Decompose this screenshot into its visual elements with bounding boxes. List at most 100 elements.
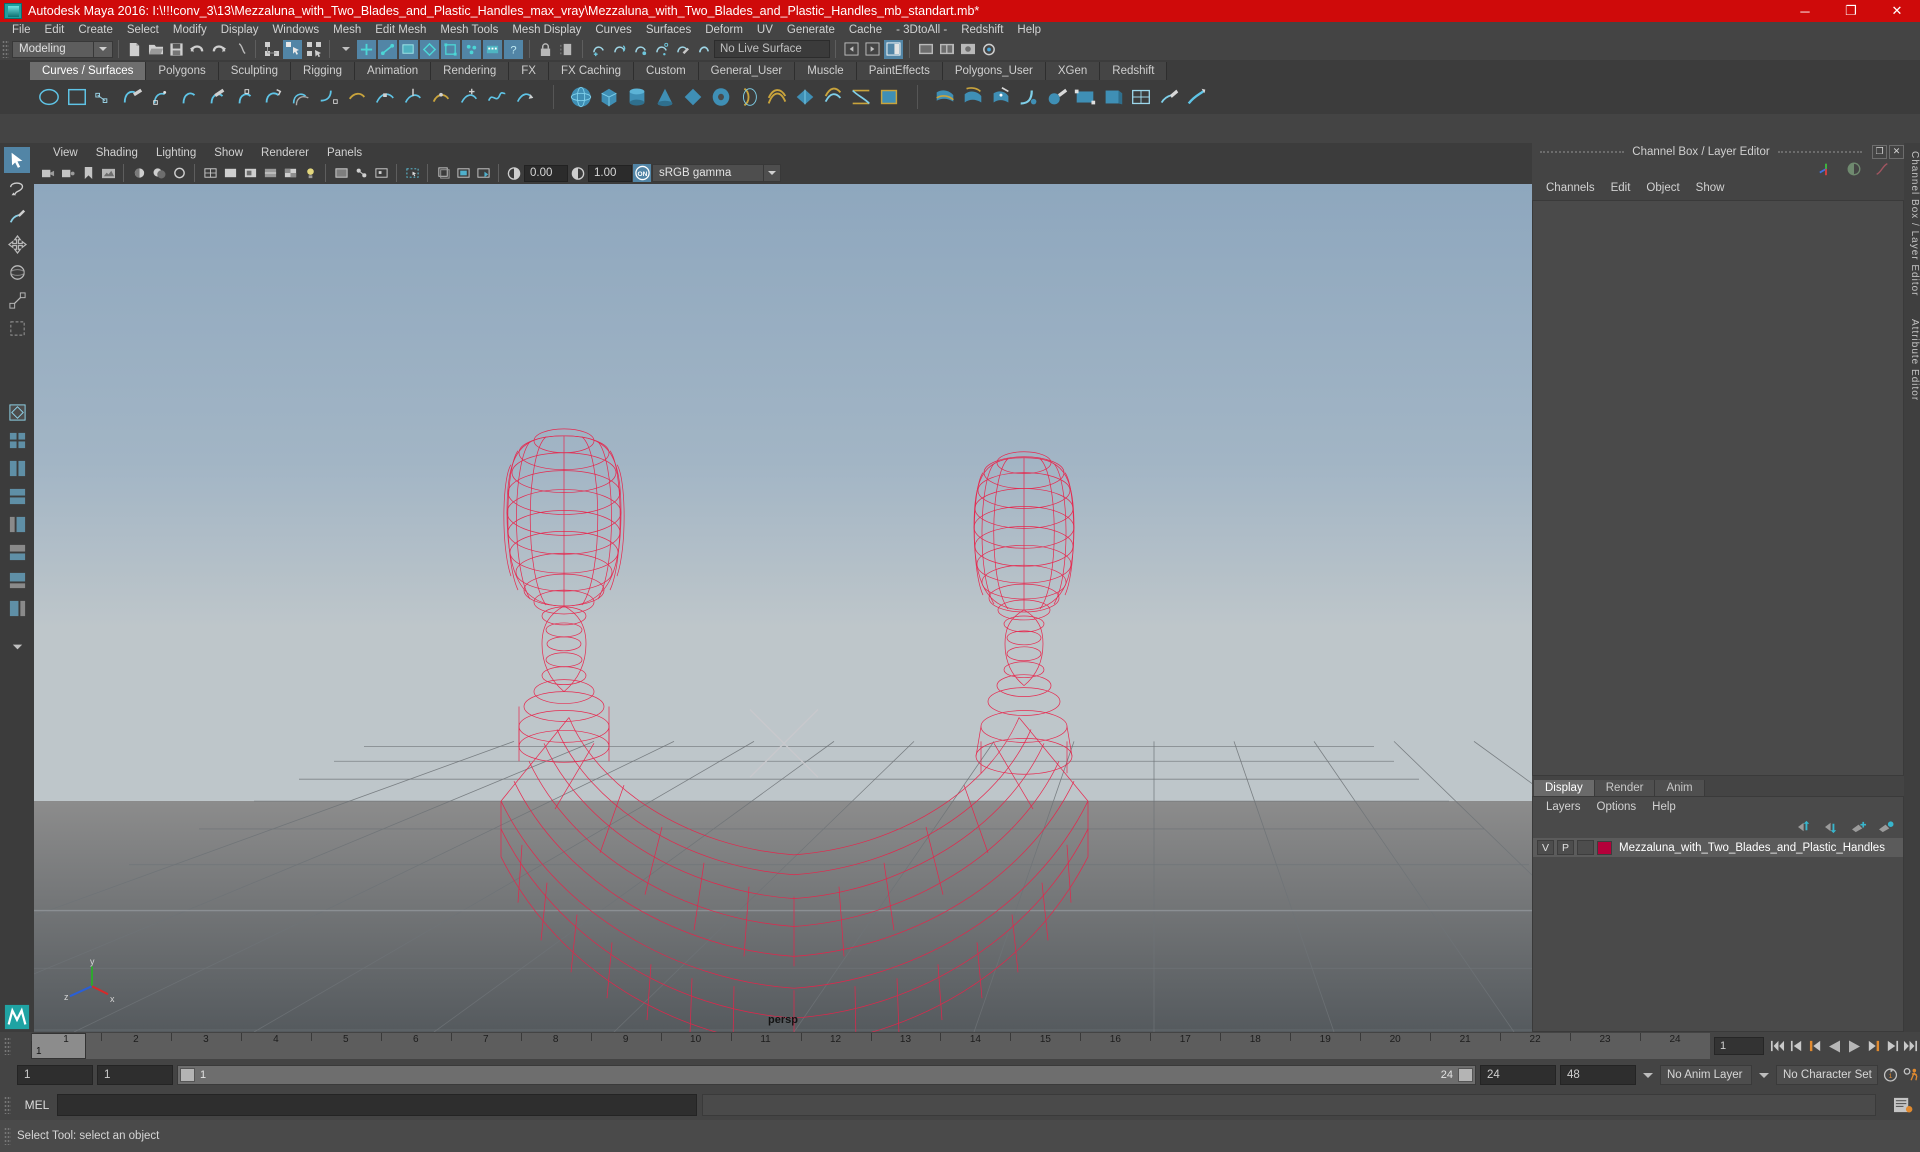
range-slider-right-handle[interactable] [1458,1068,1473,1082]
menu-item-mesh-tools[interactable]: Mesh Tools [433,22,505,38]
side-tab-channel-box[interactable]: Channel Box / Layer Editor [1904,143,1920,297]
time-slider[interactable]: 1 1 2 3 4 5 6 7 8 9 10 11 12 13 14 15 16 17 18 19 20 21 22 23 2… [31,1033,1710,1059]
persp-outliner-layout-icon[interactable] [4,595,30,621]
side-tab-attribute-editor[interactable]: Attribute Editor [1904,311,1920,401]
snap-to-point-icon[interactable] [631,40,650,59]
paint-attributes-icon[interactable] [1156,84,1182,110]
last-tool-icon[interactable] [4,315,30,341]
anim-end-time-field[interactable]: 48 [1560,1065,1636,1085]
detach-curves-icon[interactable] [232,84,258,110]
color-management-dropdown-icon[interactable] [764,164,781,182]
show-hide-channelbox-icon[interactable] [884,39,903,59]
trim-tool-icon[interactable] [988,84,1014,110]
show-hide-sidebar-left-icon[interactable] [842,40,861,59]
two-sided-lighting-icon[interactable] [130,164,148,182]
textured-icon[interactable] [281,164,299,182]
project-curve-on-surface-icon[interactable] [960,84,986,110]
surface-fillet-icon[interactable] [1016,84,1042,110]
panel-drag-dots-right[interactable] [1777,150,1863,153]
sculpt-geometry-icon[interactable] [1044,84,1070,110]
edge-component-icon[interactable] [378,39,397,59]
boundary-surface-icon[interactable] [876,84,902,110]
grid-toggle-icon[interactable] [434,164,452,182]
menu-item-windows[interactable]: Windows [265,22,326,38]
snap-to-curve-icon[interactable] [610,40,629,59]
layer-menu-layers[interactable]: Layers [1538,801,1589,813]
animation-component-icon[interactable] [483,39,502,59]
shaded-wireframe-icon[interactable] [261,164,279,182]
channelbox-menu-channels[interactable]: Channels [1538,182,1603,194]
shelf-tab-painteffects[interactable]: PaintEffects [856,62,943,80]
render-sequence-icon[interactable] [937,40,956,59]
offset-curve-icon[interactable] [288,84,314,110]
menu-item-edit[interactable]: Edit [38,22,72,38]
select-component-mode-icon[interactable] [304,40,323,59]
insert-knot-icon[interactable] [372,84,398,110]
shelf-tab-polygons-user[interactable]: Polygons_User [942,62,1046,80]
select-tool-icon[interactable] [4,147,30,173]
menu-item-surfaces[interactable]: Surfaces [639,22,698,38]
surface-editing-icon[interactable] [1072,84,1098,110]
layer-playback-toggle[interactable]: P [1557,840,1574,855]
menu-item-modify[interactable]: Modify [166,22,214,38]
lock-icon[interactable] [536,40,555,59]
shelf-tab-polygons[interactable]: Polygons [146,62,219,80]
auto-keyframe-icon[interactable]: 1 [1882,1065,1899,1085]
go-to-start-icon[interactable] [1768,1036,1787,1056]
nurbs-torus-icon[interactable] [708,84,734,110]
smooth-shade-all-icon[interactable] [221,164,239,182]
loft-icon[interactable] [764,84,790,110]
range-slider-left-handle[interactable] [180,1068,195,1082]
undo-icon[interactable] [188,40,207,59]
shelf-tab-rigging[interactable]: Rigging [291,62,356,80]
redo-icon[interactable] [209,40,228,59]
step-forward-frame-icon[interactable] [1863,1036,1882,1056]
move-tool-icon[interactable] [4,231,30,257]
outliner-persp-layout-icon[interactable] [4,511,30,537]
resolution-gate-icon[interactable] [474,164,492,182]
selection-mask-icon[interactable] [557,40,576,59]
show-hide-sidebar-right-icon[interactable] [863,40,882,59]
live-surface-field[interactable]: No Live Surface [714,40,830,58]
xray-active-components-icon[interactable] [372,164,390,182]
single-perspective-layout-icon[interactable] [4,399,30,425]
wireframe-shading-icon[interactable] [201,164,219,182]
extrude-surface-icon[interactable] [820,84,846,110]
minimize-button[interactable]: ─ [1782,0,1828,22]
select-hierarchy-mode-icon[interactable] [262,40,281,59]
step-back-frame-icon[interactable] [1806,1036,1825,1056]
display-toggle-icon[interactable] [1128,84,1154,110]
channelbox-menu-object[interactable]: Object [1638,182,1687,194]
layer-tab-render[interactable]: Render [1594,780,1656,796]
animation-preferences-icon[interactable] [1903,1065,1920,1085]
add-points-tool-icon[interactable] [456,84,482,110]
shelf-tab-redshift[interactable]: Redshift [1100,62,1168,80]
lasso-tool-icon[interactable] [4,175,30,201]
rebuild-curve-icon[interactable] [260,84,286,110]
maximize-button[interactable]: ❐ [1828,0,1874,22]
cut-curve-icon[interactable] [400,84,426,110]
shelf-tab-animation[interactable]: Animation [355,62,432,80]
viewport-menu-shading[interactable]: Shading [87,147,147,159]
arc-three-point-icon[interactable] [176,84,202,110]
menuset-dropdown-icon[interactable] [94,40,113,58]
nurbs-cube-icon[interactable] [596,84,622,110]
menu-item-deform[interactable]: Deform [698,22,750,38]
shadows-icon[interactable] [150,164,168,182]
menu-item-uv[interactable]: UV [750,22,780,38]
birail-icon[interactable] [848,84,874,110]
component-dropdown-icon[interactable] [336,40,355,59]
shelf-tab-fx[interactable]: FX [509,62,549,80]
particles-component-icon[interactable] [462,39,481,59]
persp-graph-layout-icon[interactable] [4,567,30,593]
uv-component-icon[interactable] [420,39,439,59]
time-slider-current-frame[interactable]: 1 [31,1033,86,1059]
shelf-tab-general-user[interactable]: General_User [698,62,796,80]
step-back-key-icon[interactable] [1787,1036,1806,1056]
paint-effects-icon[interactable] [1184,84,1210,110]
exposure-field[interactable]: 0.00 [524,164,568,182]
menu-item-select[interactable]: Select [120,22,166,38]
script-editor-icon[interactable] [1892,1094,1914,1116]
step-forward-key-icon[interactable] [1882,1036,1901,1056]
gamma-icon[interactable] [569,164,587,182]
